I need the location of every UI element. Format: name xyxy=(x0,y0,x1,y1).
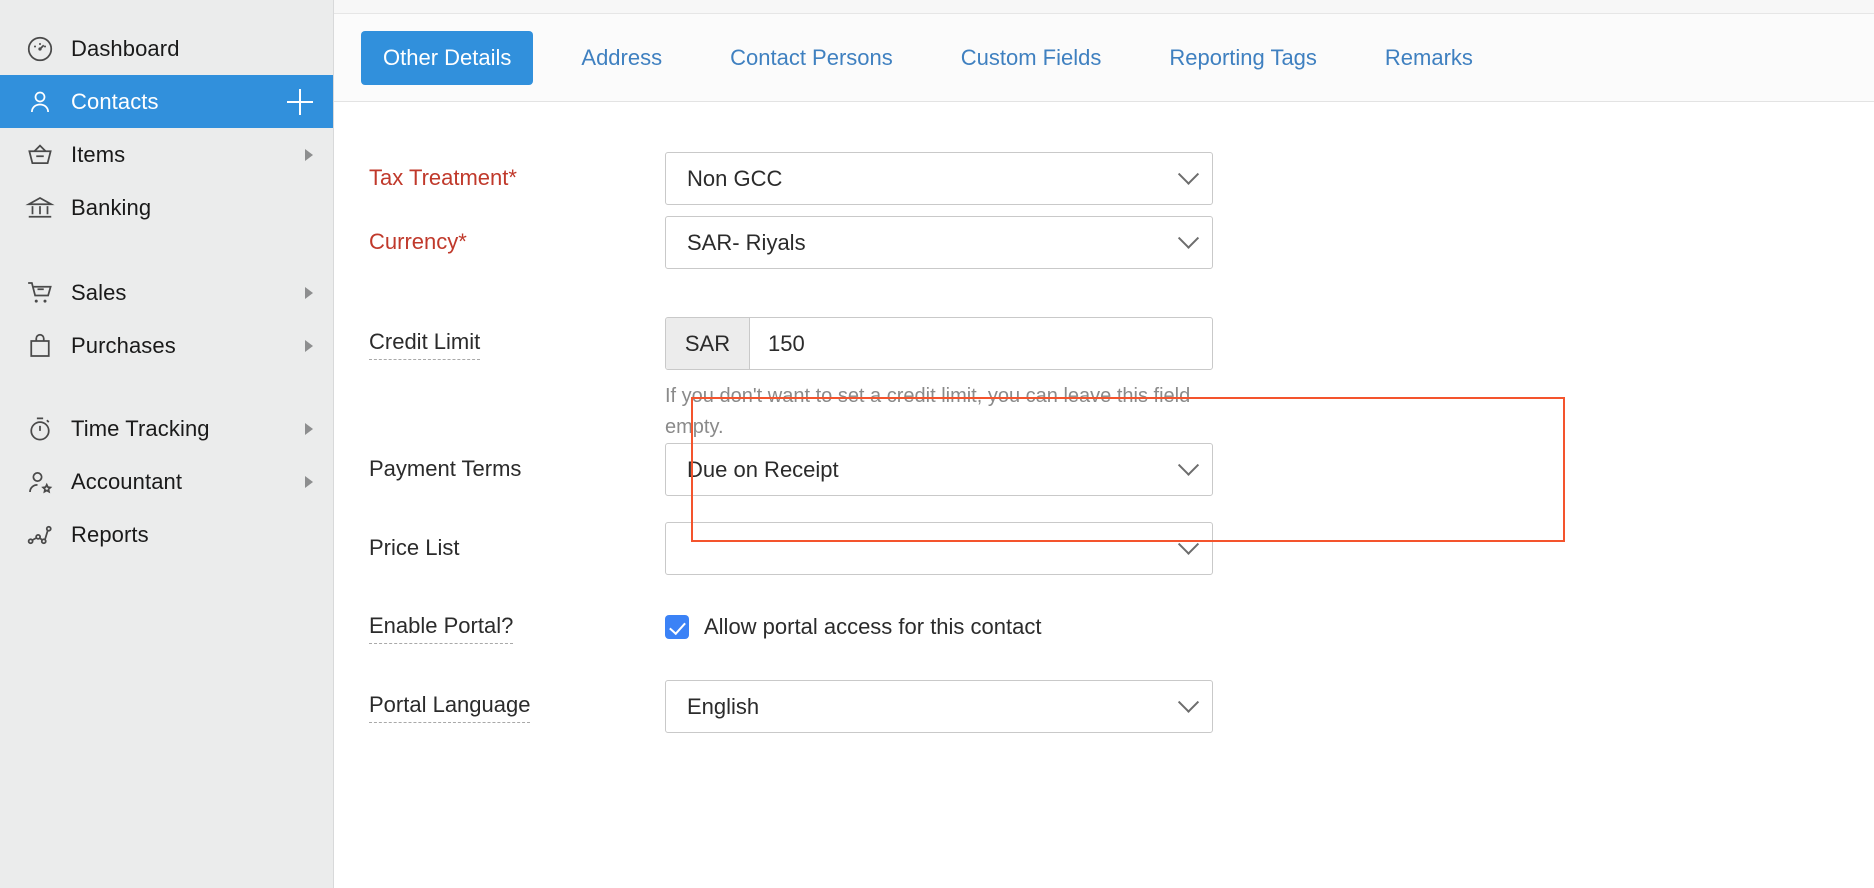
field-row-credit-limit: Credit Limit SAR If you don't want to se… xyxy=(334,295,1874,443)
chevron-down-icon xyxy=(1178,455,1199,476)
chevron-right-icon xyxy=(305,149,313,161)
sidebar-item-label: Reports xyxy=(71,522,149,548)
shopping-bag-icon xyxy=(24,330,56,362)
field-row-currency: Currency* SAR- Riyals xyxy=(334,216,1874,295)
credit-limit-label-wrap: Credit Limit xyxy=(369,317,665,360)
sidebar-item-dashboard[interactable]: Dashboard xyxy=(0,22,333,75)
allow-portal-access-checkbox[interactable] xyxy=(665,615,689,639)
currency-control: SAR- Riyals xyxy=(665,216,1213,269)
portal-language-label: Portal Language xyxy=(369,693,530,723)
chevron-down-icon xyxy=(1178,534,1199,555)
credit-limit-input-group: SAR xyxy=(665,317,1213,370)
enable-portal-checkbox-row: Allow portal access for this contact xyxy=(665,601,1041,640)
price-list-label: Price List xyxy=(369,522,665,561)
sidebar-item-time-tracking[interactable]: Time Tracking xyxy=(0,402,333,455)
sidebar-item-banking[interactable]: Banking xyxy=(0,181,333,234)
portal-language-control: English xyxy=(665,680,1213,733)
tax-treatment-value: Non GCC xyxy=(687,166,1181,192)
field-row-price-list: Price List xyxy=(334,522,1874,601)
sidebar-item-sales[interactable]: Sales xyxy=(0,266,333,319)
sidebar-item-purchases[interactable]: Purchases xyxy=(0,319,333,372)
payment-terms-label: Payment Terms xyxy=(369,443,665,482)
sidebar-item-label: Banking xyxy=(71,195,151,221)
stopwatch-icon xyxy=(24,413,56,445)
tab-reporting-tags[interactable]: Reporting Tags xyxy=(1155,47,1331,69)
currency-label: Currency* xyxy=(369,216,665,255)
chevron-down-icon xyxy=(1178,692,1199,713)
tab-remarks[interactable]: Remarks xyxy=(1371,47,1487,69)
portal-language-value: English xyxy=(687,694,1181,720)
price-list-select[interactable] xyxy=(665,522,1213,575)
credit-limit-currency-addon: SAR xyxy=(666,318,750,369)
field-row-tax-treatment: Tax Treatment* Non GCC xyxy=(334,137,1874,216)
sidebar-divider-1 xyxy=(0,234,333,266)
tab-other-details[interactable]: Other Details xyxy=(361,31,533,85)
reports-icon xyxy=(24,519,56,551)
dashboard-icon xyxy=(24,33,56,65)
app-root: Dashboard Contacts Items xyxy=(0,0,1874,888)
price-list-control xyxy=(665,522,1213,575)
field-row-enable-portal: Enable Portal? Allow portal access for t… xyxy=(334,601,1874,680)
enable-portal-label-wrap: Enable Portal? xyxy=(369,601,665,644)
sidebar-divider-2 xyxy=(0,372,333,402)
chevron-right-icon xyxy=(305,340,313,352)
chevron-right-icon xyxy=(305,476,313,488)
credit-limit-hint: If you don't want to set a credit limit,… xyxy=(665,381,1213,443)
field-row-payment-terms: Payment Terms Due on Receipt xyxy=(334,443,1874,522)
basket-icon xyxy=(24,139,56,171)
sidebar-item-label: Time Tracking xyxy=(71,416,210,442)
credit-limit-control: SAR If you don't want to set a credit li… xyxy=(665,317,1213,443)
shopping-cart-icon xyxy=(24,277,56,309)
sidebar-item-label: Dashboard xyxy=(71,36,180,62)
chevron-right-icon xyxy=(305,423,313,435)
payment-terms-control: Due on Receipt xyxy=(665,443,1213,496)
sidebar-item-accountant[interactable]: Accountant xyxy=(0,455,333,508)
sidebar-item-label: Items xyxy=(71,142,125,168)
enable-portal-label: Enable Portal? xyxy=(369,614,513,644)
currency-select[interactable]: SAR- Riyals xyxy=(665,216,1213,269)
other-details-form: Tax Treatment* Non GCC Currency* SAR- Ri… xyxy=(334,102,1874,759)
main-content: Other Details Address Contact Persons Cu… xyxy=(334,0,1874,888)
sidebar-item-label: Purchases xyxy=(71,333,176,359)
bank-icon xyxy=(24,192,56,224)
payment-terms-value: Due on Receipt xyxy=(687,457,1181,483)
tab-bar: Other Details Address Contact Persons Cu… xyxy=(334,14,1874,102)
contacts-icon xyxy=(24,86,56,118)
tax-treatment-select[interactable]: Non GCC xyxy=(665,152,1213,205)
tax-treatment-label: Tax Treatment* xyxy=(369,152,665,191)
chevron-right-icon xyxy=(305,287,313,299)
tab-address[interactable]: Address xyxy=(567,47,676,69)
sidebar: Dashboard Contacts Items xyxy=(0,0,334,888)
sidebar-item-items[interactable]: Items xyxy=(0,128,333,181)
accountant-icon xyxy=(24,466,56,498)
sidebar-item-contacts[interactable]: Contacts xyxy=(0,75,333,128)
chevron-down-icon xyxy=(1178,228,1199,249)
payment-terms-select[interactable]: Due on Receipt xyxy=(665,443,1213,496)
tab-custom-fields[interactable]: Custom Fields xyxy=(947,47,1116,69)
portal-language-label-wrap: Portal Language xyxy=(369,680,665,723)
credit-limit-input[interactable] xyxy=(750,318,1212,369)
credit-limit-label: Credit Limit xyxy=(369,330,480,360)
sidebar-item-label: Sales xyxy=(71,280,127,306)
window-top-strip xyxy=(334,0,1874,14)
add-contact-icon[interactable] xyxy=(287,89,313,115)
currency-value: SAR- Riyals xyxy=(687,230,1181,256)
tab-contact-persons[interactable]: Contact Persons xyxy=(716,47,907,69)
sidebar-item-label: Contacts xyxy=(71,89,159,115)
enable-portal-control: Allow portal access for this contact xyxy=(665,601,1041,640)
chevron-down-icon xyxy=(1178,164,1199,185)
sidebar-item-reports[interactable]: Reports xyxy=(0,508,333,561)
sidebar-item-label: Accountant xyxy=(71,469,182,495)
portal-language-select[interactable]: English xyxy=(665,680,1213,733)
allow-portal-access-label: Allow portal access for this contact xyxy=(704,614,1041,640)
tax-treatment-control: Non GCC xyxy=(665,152,1213,205)
field-row-portal-language: Portal Language English xyxy=(334,680,1874,759)
